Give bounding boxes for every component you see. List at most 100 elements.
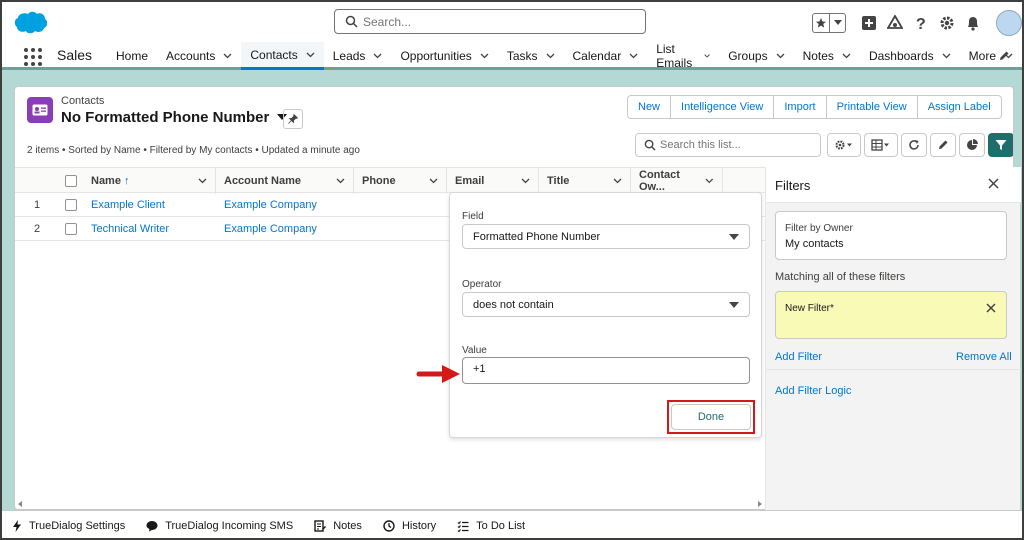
help-icon[interactable]: ? [913, 15, 929, 31]
utility-item-truedialog-settings[interactable]: TrueDialog Settings [12, 519, 125, 532]
row-checkbox[interactable] [65, 223, 77, 235]
chevron-down-icon[interactable] [198, 178, 207, 184]
field-select[interactable]: Formatted Phone Number [462, 224, 750, 249]
nav-item-contacts[interactable]: Contacts [241, 42, 324, 70]
list-search[interactable] [635, 133, 821, 157]
nav-item-notes[interactable]: Notes [794, 42, 860, 70]
intelligence-view-button[interactable]: Intelligence View [671, 95, 775, 119]
printable-view-button[interactable]: Printable View [826, 95, 918, 119]
import-button[interactable]: Import [774, 95, 827, 119]
app-launcher-icon[interactable] [24, 48, 42, 66]
chevron-down-icon[interactable] [480, 53, 489, 59]
value-input[interactable] [473, 363, 733, 375]
add-filter-logic-link[interactable]: Add Filter Logic [775, 385, 851, 397]
column-header-account-name[interactable]: Account Name [216, 168, 354, 194]
remove-filter-icon[interactable] [986, 303, 996, 313]
list-tools [827, 133, 1013, 157]
edit-nav-pencil-icon[interactable] [998, 50, 1010, 62]
list-search-input[interactable] [660, 137, 810, 153]
utility-item-history[interactable]: History [383, 520, 436, 532]
select-all-cell [59, 168, 83, 194]
filters-button[interactable] [988, 133, 1013, 157]
nav-item-groups[interactable]: Groups [719, 42, 793, 70]
nav-item-leads[interactable]: Leads [324, 42, 392, 70]
column-header-title[interactable]: Title [539, 168, 631, 194]
chevron-down-icon[interactable] [842, 53, 851, 59]
contact-name-link[interactable]: Example Client [91, 199, 165, 211]
charts-button[interactable] [959, 133, 985, 157]
nav-item-more[interactable]: More [960, 42, 1022, 70]
utility-item-to-do-list[interactable]: To Do List [457, 520, 525, 532]
chevron-down-icon[interactable] [629, 53, 638, 59]
utility-bar: TrueDialog Settings TrueDialog Incoming … [2, 510, 1022, 538]
chevron-down-icon[interactable] [776, 53, 785, 59]
chevron-down-icon[interactable] [704, 53, 710, 59]
gear-icon[interactable] [939, 15, 955, 31]
nav-item-accounts[interactable]: Accounts [157, 42, 241, 70]
utility-item-notes[interactable]: Notes [314, 520, 362, 532]
remove-all-link[interactable]: Remove All [956, 351, 1012, 363]
global-header: ? [2, 2, 1022, 42]
filter-by-owner-card[interactable]: Filter by Owner My contacts [775, 211, 1007, 260]
chevron-down-icon[interactable] [336, 178, 345, 184]
salesforce-logo-icon[interactable] [14, 10, 48, 34]
global-search[interactable] [334, 9, 646, 34]
global-search-input[interactable] [363, 13, 633, 31]
row-checkbox[interactable] [65, 199, 77, 211]
list-view-title[interactable]: No Formatted Phone Number [61, 109, 288, 126]
chevron-down-icon[interactable] [705, 178, 714, 184]
notification-bell-icon[interactable] [965, 15, 981, 31]
owner-filter-label: Filter by Owner [785, 223, 853, 234]
account-name-link[interactable]: Example Company [224, 199, 317, 211]
divider [766, 369, 1021, 370]
trailhead-icon[interactable] [887, 15, 903, 31]
list-settings-button[interactable] [827, 133, 861, 157]
global-create-icon[interactable] [861, 15, 877, 31]
operator-select[interactable]: does not contain [462, 292, 750, 317]
horizontal-scrollbar[interactable] [15, 499, 765, 509]
column-header-name[interactable]: Name ↑ [83, 168, 216, 194]
chevron-down-icon[interactable] [373, 53, 382, 59]
column-header-contact-owner[interactable]: Contact Ow... [631, 168, 723, 194]
dropdown-caret-icon [729, 233, 739, 240]
chevron-down-icon[interactable] [429, 178, 438, 184]
add-filter-link[interactable]: Add Filter [775, 351, 822, 363]
value-field[interactable] [462, 357, 750, 384]
nav-item-opportunities[interactable]: Opportunities [391, 42, 497, 70]
column-header-phone[interactable]: Phone [354, 168, 447, 194]
nav-item-calendar[interactable]: Calendar [564, 42, 648, 70]
column-header-email[interactable]: Email [447, 168, 539, 194]
pin-icon [288, 114, 298, 124]
chevron-down-icon[interactable] [613, 178, 622, 184]
utility-item-truedialog-incoming-sms[interactable]: TrueDialog Incoming SMS [146, 520, 293, 532]
chevron-down-icon[interactable] [546, 53, 555, 59]
select-all-checkbox[interactable] [65, 175, 77, 187]
nav-item-tasks[interactable]: Tasks [498, 42, 564, 70]
chevron-down-icon[interactable] [942, 53, 951, 59]
new-button[interactable]: New [627, 95, 672, 119]
refresh-button[interactable] [901, 133, 927, 157]
favorites-dropdown-icon[interactable] [829, 14, 845, 32]
assign-label-button[interactable]: Assign Label [917, 95, 1002, 119]
nav-item-list-emails[interactable]: List Emails [647, 42, 719, 70]
done-button[interactable]: Done [671, 404, 751, 430]
pin-list-button[interactable] [283, 109, 303, 129]
close-icon[interactable] [988, 178, 999, 189]
row-number-header [15, 168, 59, 194]
nav-item-home[interactable]: Home [107, 42, 157, 70]
contact-name-link[interactable]: Technical Writer [91, 223, 169, 235]
chevron-down-icon[interactable] [306, 52, 315, 58]
app-window: ? Sales Home Accounts Contacts Leads Opp… [0, 0, 1024, 540]
inline-edit-button[interactable] [930, 133, 956, 157]
new-filter-card[interactable]: New Filter* [775, 291, 1007, 339]
star-icon[interactable] [813, 14, 829, 32]
account-name-link[interactable]: Example Company [224, 223, 317, 235]
chevron-down-icon[interactable] [223, 53, 232, 59]
user-avatar[interactable] [996, 10, 1022, 36]
row-number: 2 [33, 223, 41, 235]
operator-label: Operator [462, 279, 502, 290]
display-as-table-button[interactable] [864, 133, 898, 157]
chevron-down-icon[interactable] [521, 178, 530, 184]
gear-icon [835, 140, 852, 150]
nav-item-dashboards[interactable]: Dashboards [860, 42, 960, 70]
